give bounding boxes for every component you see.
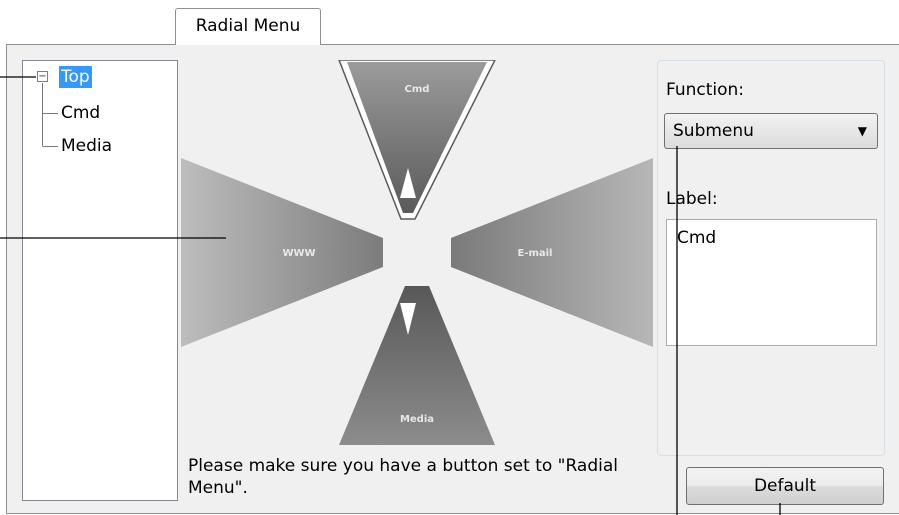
collapse-toggle-icon[interactable]: − bbox=[37, 71, 48, 82]
segment-left[interactable]: WWW bbox=[181, 158, 383, 347]
segment-top-label: Cmd bbox=[405, 84, 430, 95]
tab-radial-menu[interactable]: Radial Menu bbox=[175, 8, 321, 45]
radial-menu-note: Please make sure you have a button set t… bbox=[188, 456, 618, 498]
tree-item-top[interactable]: Top bbox=[59, 66, 92, 88]
tree-item-media[interactable]: Media bbox=[59, 135, 114, 157]
tree-item-cmd[interactable]: Cmd bbox=[59, 102, 102, 124]
segment-top[interactable]: Cmd bbox=[338, 60, 496, 220]
label-textarea[interactable]: Cmd bbox=[666, 219, 877, 346]
function-dropdown[interactable]: Submenu ▼ bbox=[664, 113, 878, 149]
segment-left-label: WWW bbox=[282, 248, 315, 259]
menu-tree[interactable]: − Top Cmd Media bbox=[22, 60, 178, 501]
function-dropdown-value: Submenu bbox=[673, 121, 754, 141]
segment-right[interactable]: E-mail bbox=[451, 158, 653, 347]
radial-menu-preview: Cmd WWW E-mail Media bbox=[181, 60, 653, 445]
dropdown-arrow-icon: ▼ bbox=[857, 124, 867, 138]
default-button[interactable]: Default bbox=[686, 467, 884, 505]
label-field-label: Label: bbox=[666, 189, 718, 209]
segment-right-label: E-mail bbox=[517, 248, 552, 259]
function-label: Function: bbox=[666, 80, 745, 100]
segment-bottom-label: Media bbox=[400, 414, 434, 425]
segment-bottom[interactable]: Media bbox=[339, 286, 495, 445]
